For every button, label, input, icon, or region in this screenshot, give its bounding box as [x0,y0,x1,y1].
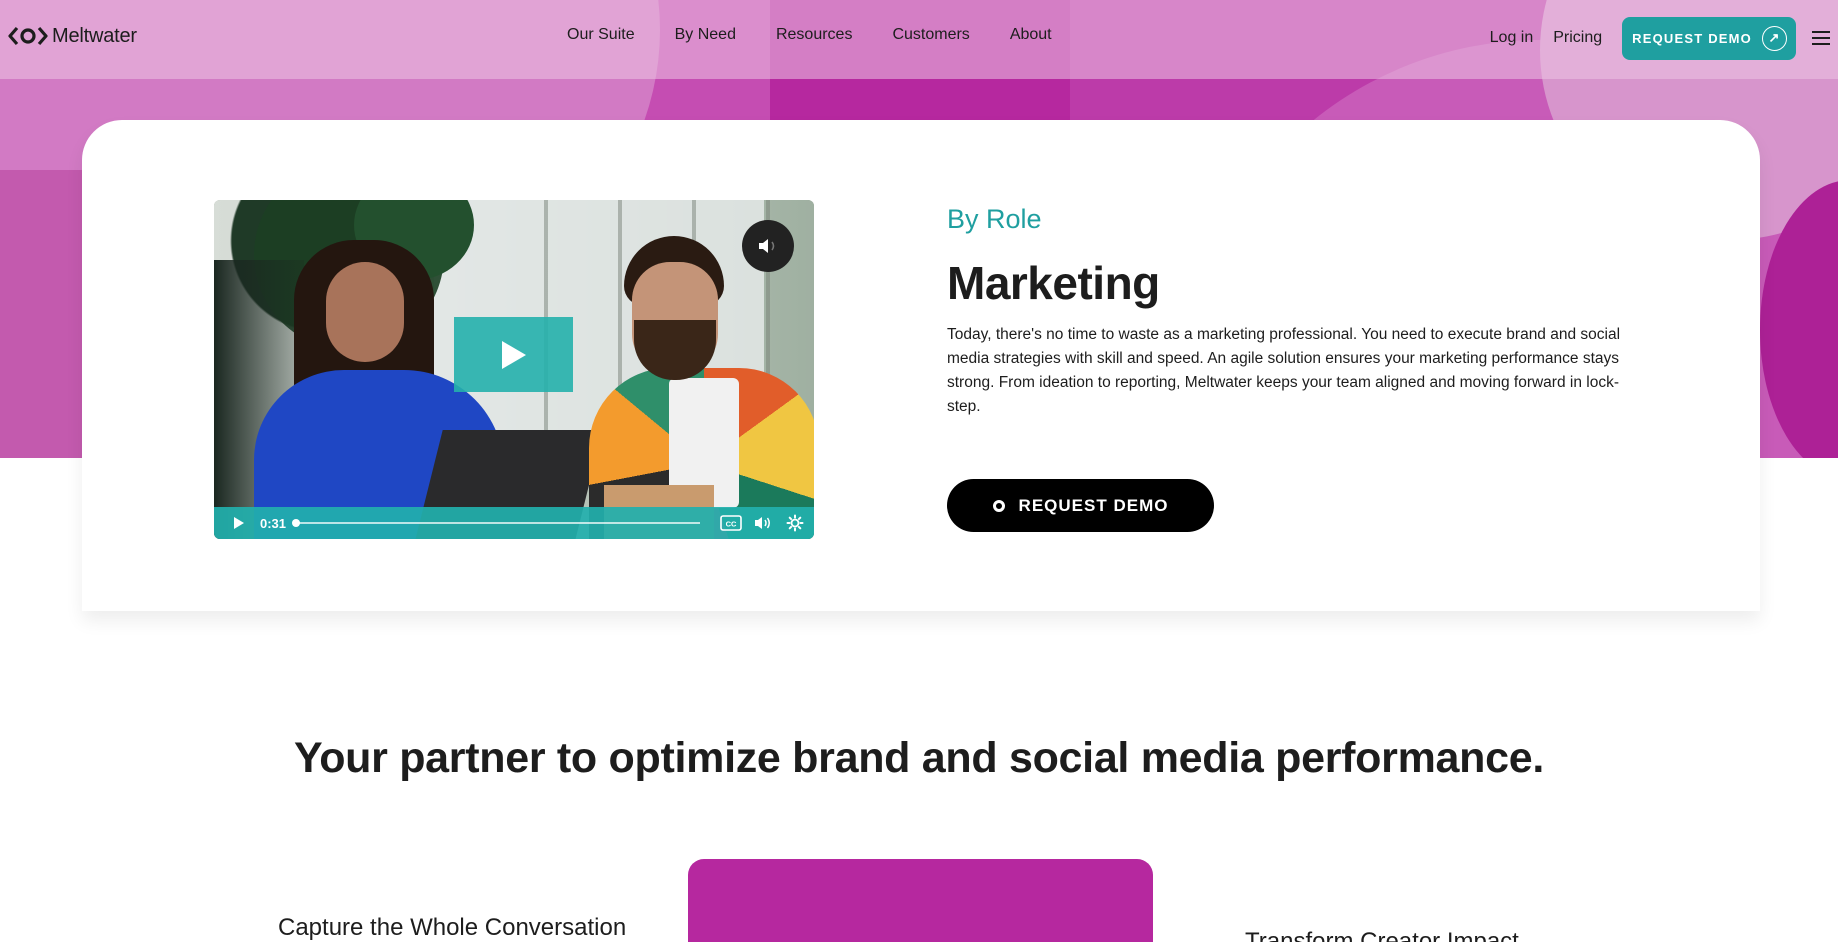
volume-icon[interactable] [752,512,774,534]
page-title: Marketing [947,257,1160,309]
login-link[interactable]: Log in [1490,29,1534,47]
video-scrubber[interactable] [292,519,301,527]
brand-name: Meltwater [52,24,137,47]
pricing-link[interactable]: Pricing [1553,29,1602,47]
circle-icon [992,499,1005,512]
section-heading: Your partner to optimize brand and socia… [294,734,1544,782]
arrow-up-right-icon: ↗ [1762,25,1787,51]
video-controls: 0:31 CC [214,507,814,539]
feature-title: Capture the Whole Conversation [278,914,627,941]
bg-shape [0,170,90,458]
unmute-button[interactable] [742,220,794,272]
nav-actions: Log in Pricing REQUEST DEMO ↗ [1490,16,1838,60]
speaker-muted-icon [759,239,775,253]
role-eyebrow: By Role [947,204,1042,234]
top-navigation: Meltwater Our Suite By Need Resources Cu… [0,0,1838,79]
video-player[interactable]: 0:31 CC [214,200,814,539]
nav-about[interactable]: About [1010,26,1052,44]
settings-gear-icon[interactable] [784,512,806,534]
play-icon [501,340,526,369]
nav-our-suite[interactable]: Our Suite [567,26,635,44]
feature-image-card [688,859,1153,942]
request-demo-label: REQUEST DEMO [1018,495,1169,515]
request-demo-label: REQUEST DEMO [1632,30,1752,46]
nav-by-need[interactable]: By Need [675,26,736,44]
request-demo-button[interactable]: REQUEST DEMO [947,479,1214,532]
feature-title: Transform Creator Impact [1245,928,1519,942]
primary-nav: Our Suite By Need Resources Customers Ab… [567,26,1052,44]
request-demo-button-nav[interactable]: REQUEST DEMO ↗ [1622,16,1796,60]
video-scene [326,262,404,362]
nav-customers[interactable]: Customers [892,26,969,44]
hero-card: 0:31 CC By Role Marketing Today, there's… [82,120,1760,611]
menu-bar [1812,43,1830,45]
meltwater-logo-icon [8,26,48,46]
menu-bar [1812,37,1830,39]
play-button-large[interactable] [454,317,573,392]
closed-captions-icon[interactable]: CC [720,512,742,534]
menu-icon[interactable] [1812,31,1830,45]
brand-logo[interactable]: Meltwater [8,24,137,48]
play-icon[interactable] [228,512,250,534]
video-progress-bar[interactable] [292,519,700,527]
menu-bar [1812,31,1830,33]
svg-text:CC: CC [726,520,737,529]
nav-resources[interactable]: Resources [776,26,852,44]
hero-description: Today, there's no time to waste as a mar… [947,326,1621,415]
video-time: 0:31 [260,515,287,531]
